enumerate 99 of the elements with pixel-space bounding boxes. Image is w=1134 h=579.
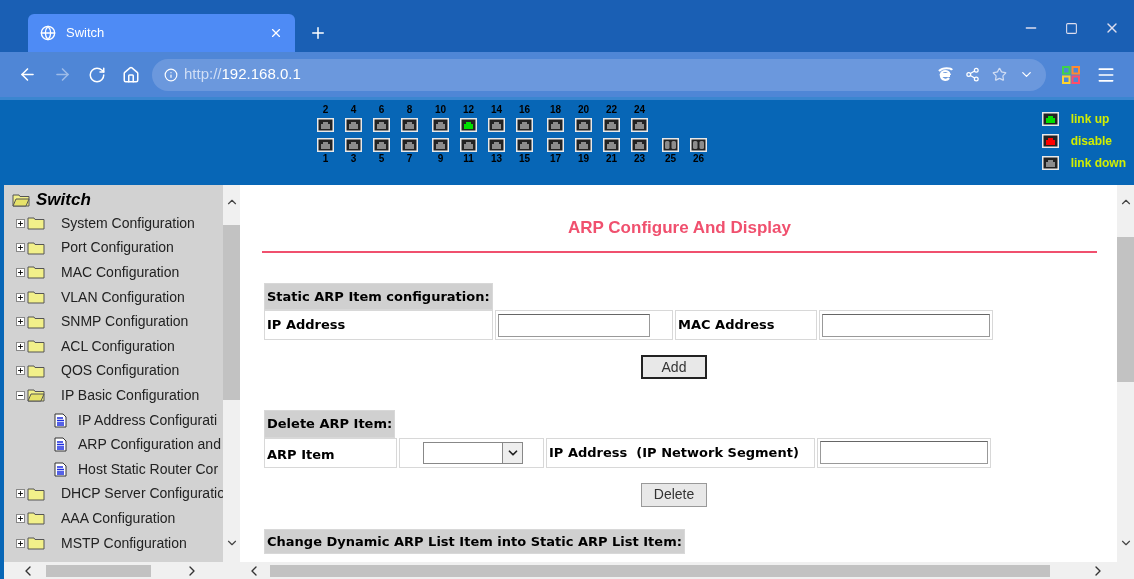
port-number: 13 bbox=[490, 154, 503, 164]
folder-icon bbox=[27, 240, 45, 255]
port-number: 14 bbox=[490, 105, 503, 115]
port-number: 23 bbox=[633, 154, 646, 164]
expand-icon[interactable] bbox=[16, 366, 25, 376]
page-title: ARP Configure And Display bbox=[567, 217, 792, 239]
port-number: 25 bbox=[664, 154, 677, 164]
tree-item[interactable]: Port Configuration bbox=[61, 237, 174, 259]
tree-item[interactable]: MSTP Configuration bbox=[61, 532, 187, 554]
expand-icon[interactable] bbox=[16, 292, 25, 302]
delete-button[interactable]: Delete bbox=[641, 482, 707, 507]
port-number: 8 bbox=[406, 105, 413, 115]
port-number: 2 bbox=[322, 105, 329, 115]
port-number: 7 bbox=[406, 154, 413, 164]
apps-icon[interactable] bbox=[1062, 65, 1080, 84]
document-icon bbox=[54, 437, 67, 453]
tree-item[interactable]: SNMP Configuration bbox=[61, 311, 189, 333]
tree-item[interactable]: MAC Configuration bbox=[61, 262, 180, 283]
open-folder-icon bbox=[12, 193, 30, 207]
legend-label: link up bbox=[1070, 111, 1110, 128]
port-number: 9 bbox=[437, 154, 444, 164]
tab-title: Switch bbox=[66, 24, 106, 43]
star-icon[interactable] bbox=[992, 67, 1007, 82]
field-label: ARP Item bbox=[264, 437, 397, 468]
folder-icon bbox=[27, 290, 45, 305]
field-label: IP Address (IP Network Segment) bbox=[546, 437, 815, 468]
vertical-scrollbar[interactable] bbox=[1117, 185, 1134, 562]
horizontal-scrollbar[interactable] bbox=[240, 562, 1134, 579]
port-number: 16 bbox=[518, 105, 531, 115]
folder-icon bbox=[27, 314, 45, 329]
tree-item[interactable]: IP Basic Configuration bbox=[61, 384, 200, 406]
port-number: 26 bbox=[692, 154, 705, 164]
vertical-scrollbar[interactable] bbox=[223, 185, 240, 562]
expand-icon[interactable] bbox=[16, 243, 25, 253]
legend-label: link down bbox=[1070, 155, 1126, 172]
expand-icon[interactable] bbox=[16, 341, 25, 351]
folder-icon bbox=[27, 363, 45, 378]
new-tab-icon[interactable] bbox=[309, 24, 327, 42]
expand-icon[interactable] bbox=[16, 218, 25, 228]
port-number: 22 bbox=[605, 105, 618, 115]
section-heading: Static ARP Item configuration: bbox=[264, 282, 493, 310]
tree-item[interactable]: VLAN Configuration bbox=[61, 286, 185, 308]
browser-engine-icon[interactable] bbox=[937, 66, 953, 83]
tree-item[interactable]: IP Address Configurati bbox=[78, 409, 218, 431]
horizontal-scrollbar[interactable] bbox=[4, 562, 240, 579]
port-number: 18 bbox=[549, 105, 562, 115]
folder-icon bbox=[27, 339, 45, 354]
tree-root-label[interactable]: Switch bbox=[36, 187, 91, 213]
port-number: 6 bbox=[378, 105, 385, 115]
port-number: 5 bbox=[378, 154, 385, 164]
url-text: http://192.168.0.1 bbox=[184, 64, 301, 85]
port-number: 1 bbox=[322, 154, 329, 164]
folder-icon bbox=[27, 486, 45, 501]
document-icon bbox=[54, 412, 67, 428]
expand-icon[interactable] bbox=[16, 317, 25, 327]
arp-item-select[interactable] bbox=[423, 441, 523, 464]
close-tab-icon[interactable] bbox=[269, 26, 283, 40]
port-number: 10 bbox=[434, 105, 447, 115]
add-button[interactable]: Add bbox=[641, 355, 707, 379]
collapse-icon[interactable] bbox=[16, 390, 25, 400]
port-number: 15 bbox=[518, 154, 531, 164]
document-icon bbox=[54, 461, 67, 477]
tree-item[interactable]: Host Static Router Cor bbox=[78, 458, 219, 480]
port-number: 17 bbox=[549, 154, 562, 164]
port-number: 11 bbox=[463, 154, 474, 164]
port-number: 3 bbox=[350, 154, 357, 164]
tree-item[interactable]: AAA Configuration bbox=[61, 507, 176, 529]
back-icon[interactable] bbox=[18, 65, 37, 84]
expand-icon[interactable] bbox=[16, 268, 25, 277]
section-heading: Delete ARP Item: bbox=[264, 410, 396, 438]
field-label: MAC Address bbox=[675, 310, 817, 340]
port-number: 4 bbox=[350, 105, 357, 115]
tree-item[interactable]: ACL Configuration bbox=[61, 335, 175, 357]
tree-item[interactable]: QOS Configuration bbox=[61, 360, 180, 382]
tree-item[interactable]: ARP Configuration and bbox=[78, 434, 221, 456]
folder-icon bbox=[27, 216, 45, 231]
field-label: IP Address bbox=[264, 310, 493, 340]
maximize-icon[interactable] bbox=[1065, 21, 1078, 35]
home-icon[interactable] bbox=[122, 65, 140, 84]
folder-icon bbox=[27, 511, 45, 526]
open-folder-icon bbox=[27, 388, 45, 403]
expand-icon[interactable] bbox=[16, 538, 25, 548]
port-number: 24 bbox=[633, 105, 646, 115]
section-heading: Change Dynamic ARP List Item into Static ARP List Item: bbox=[264, 528, 685, 554]
port-number: 19 bbox=[577, 154, 590, 164]
ip-address-input[interactable] bbox=[498, 313, 650, 337]
share-icon[interactable] bbox=[965, 67, 980, 82]
globe-icon bbox=[40, 25, 56, 41]
port-number: 20 bbox=[577, 105, 590, 115]
folder-icon bbox=[27, 265, 45, 280]
reload-icon[interactable] bbox=[88, 65, 106, 84]
folder-icon bbox=[27, 536, 45, 550]
expand-icon[interactable] bbox=[16, 513, 25, 523]
info-icon bbox=[164, 67, 178, 82]
expand-icon[interactable] bbox=[16, 489, 25, 499]
legend-label: disable bbox=[1070, 133, 1112, 150]
port-number: 12 bbox=[462, 105, 475, 115]
port-number: 21 bbox=[605, 154, 618, 164]
tree-item[interactable]: System Configuration bbox=[61, 212, 195, 234]
